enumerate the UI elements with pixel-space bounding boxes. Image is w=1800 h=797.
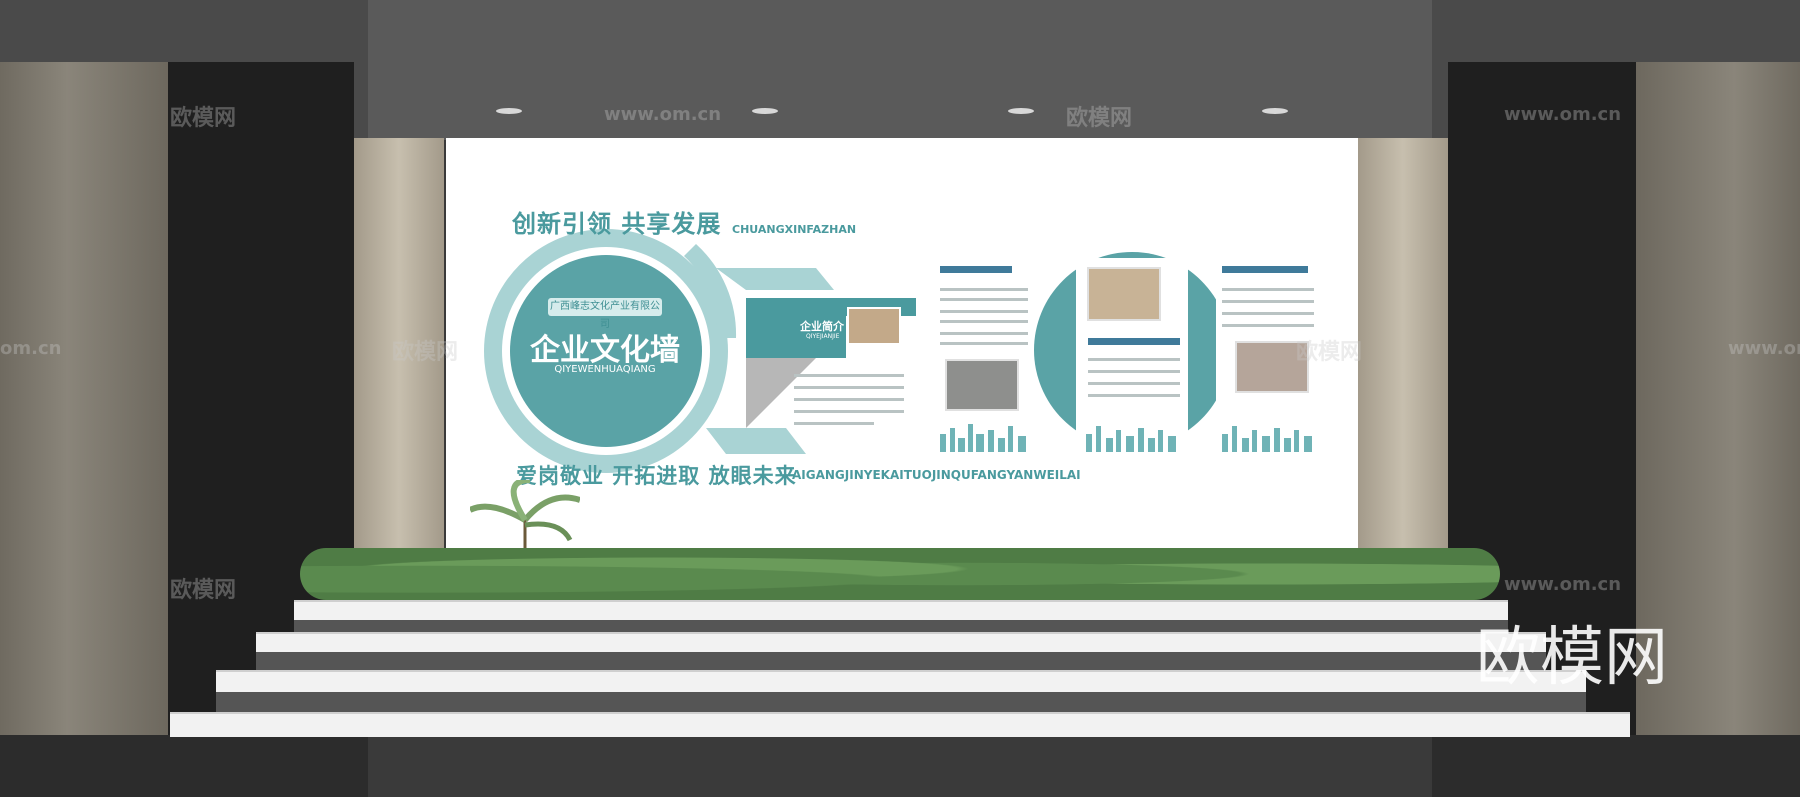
company-name-tag: 广西峰志文化产业有限公司 [548, 298, 662, 330]
main-title: 企业文化墙 [530, 333, 680, 368]
ceiling-light [1008, 108, 1034, 114]
intro-text [794, 374, 904, 425]
intro-label: 企业简介 [800, 320, 844, 333]
wall-left-outer [0, 62, 168, 735]
ceiling-light [752, 108, 778, 114]
watermark-site-short: om.cn [0, 338, 62, 359]
slogan-top: 创新引领 共享发展 [512, 210, 722, 238]
panel-1-photo [945, 359, 1019, 411]
main-title-pinyin: QIYEWENHUAQIANG [554, 364, 656, 375]
watermark-site: www.om.cn [1504, 574, 1622, 595]
intro-sub: QIYEJIANJIE [806, 333, 840, 340]
watermark-brand: 欧模网 [392, 340, 459, 365]
watermark-site: www.om.cn [1728, 338, 1800, 359]
stair-step-1 [294, 600, 1508, 622]
ceiling-light [1262, 108, 1288, 114]
watermark-brand: 欧模网 [170, 578, 237, 603]
stair-step-3 [216, 670, 1586, 694]
floor-center [368, 735, 1432, 797]
stair-riser-2 [256, 652, 1546, 670]
watermark-brand: 欧模网 [1296, 340, 1363, 365]
intro-photo [847, 307, 901, 345]
watermark-brand: 欧模网 [1066, 106, 1133, 131]
stair-step-4 [170, 712, 1630, 737]
stair-step-2 [256, 632, 1546, 654]
arrow-shadow [746, 358, 816, 428]
slogan-bottom-pinyin: AIGANGJINYEKAITUOJINQUFANGYANWEILAI [792, 468, 1081, 482]
plant-bed [300, 548, 1500, 600]
watermark-site: www.om.cn [1504, 104, 1622, 125]
watermark-brand-large: 欧模网 [1476, 621, 1668, 695]
ceiling-light [496, 108, 522, 114]
pillar-right [1358, 138, 1448, 568]
watermark-site: www.om.cn [604, 104, 722, 125]
arrow-band [716, 268, 834, 290]
slogan-top-pinyin: CHUANGXINFAZHAN [732, 223, 857, 236]
stair-riser-3 [216, 692, 1586, 712]
stair-riser-1 [294, 620, 1508, 632]
watermark-brand: 欧模网 [170, 106, 237, 131]
ceiling-center [368, 0, 1432, 140]
panel-2-photo [1087, 267, 1161, 321]
